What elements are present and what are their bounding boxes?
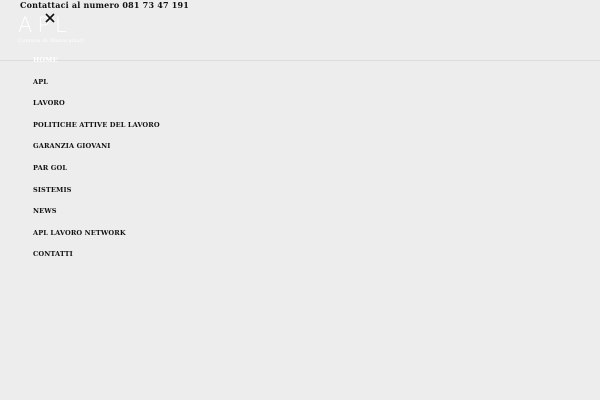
top-bar: Contattaci al numero 081 73 47 191 APL C… <box>0 0 600 61</box>
menu-item-home[interactable]: HOME <box>33 54 160 76</box>
menu-item-contatti[interactable]: CONTATTI <box>33 248 160 270</box>
menu-item-politiche-attive-del-lavoro[interactable]: POLITICHE ATTIVE DEL LAVORO <box>33 119 160 141</box>
menu-item-garanzia-giovani[interactable]: GARANZIA GIOVANI <box>33 140 160 162</box>
menu-item-sistemis[interactable]: SISTEMIS <box>33 184 160 206</box>
logo-subtitle: Comune di Manocalzati <box>18 38 85 44</box>
close-icon <box>44 12 56 24</box>
menu-item-par-gol[interactable]: PAR GOL <box>33 162 160 184</box>
contact-phone-text: Contattaci al numero 081 73 47 191 <box>20 0 190 10</box>
menu-item-apl[interactable]: APL <box>33 76 160 98</box>
menu-item-lavoro[interactable]: LAVORO <box>33 97 160 119</box>
menu-item-news[interactable]: NEWS <box>33 205 160 227</box>
menu-item-apl-lavoro-network[interactable]: APL LAVORO NETWORK <box>33 227 160 249</box>
close-menu-button[interactable] <box>44 12 56 24</box>
main-navigation-menu: HOME APL LAVORO POLITICHE ATTIVE DEL LAV… <box>33 54 160 270</box>
